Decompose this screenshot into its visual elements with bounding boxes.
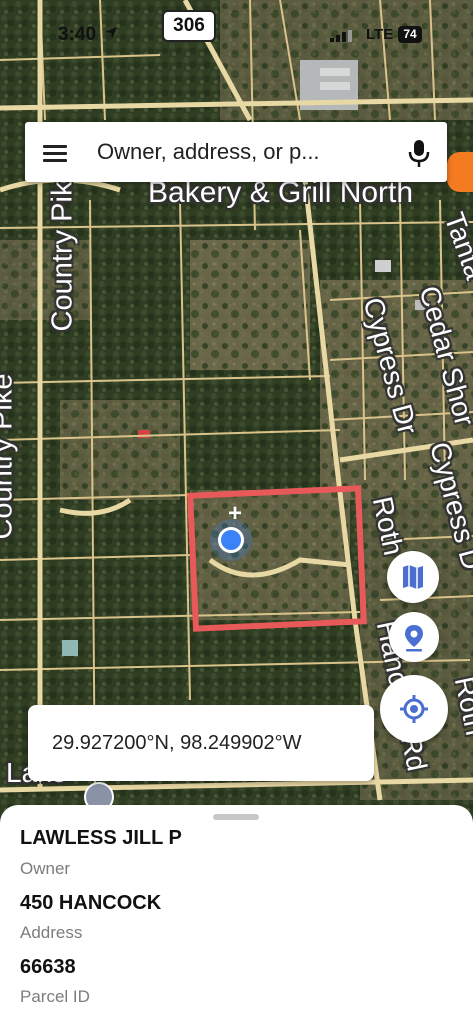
network-type: LTE [366, 26, 394, 43]
my-location-button[interactable] [380, 675, 448, 743]
address-value: 450 HANCOCK [20, 892, 162, 914]
crosshair-icon: + [228, 500, 243, 527]
coordinates-card[interactable]: 29.927200°N, 98.249902°W [28, 705, 374, 781]
battery-icon: 74 [398, 26, 422, 43]
coordinates-text: 29.927200°N, 98.249902°W [52, 732, 302, 754]
map-layers-button[interactable] [387, 551, 439, 603]
owner-label: Owner [20, 859, 71, 878]
status-bar: 3:40 LTE 74 [0, 18, 473, 52]
status-time: 3:40 [58, 24, 97, 45]
selected-parcel-outline[interactable] [187, 485, 367, 632]
signal-icon [330, 30, 352, 42]
search-bar[interactable]: Owner, address, or p... [25, 122, 447, 182]
location-arrow-icon [105, 27, 117, 39]
drop-pin-button[interactable] [389, 612, 439, 662]
parcel-id-value: 66638 [20, 956, 76, 978]
sheet-drag-handle[interactable] [213, 814, 259, 820]
map-icon [403, 565, 423, 589]
microphone-icon[interactable] [407, 138, 431, 168]
owner-value: LAWLESS JILL P [20, 827, 182, 849]
menu-icon[interactable] [43, 142, 67, 162]
current-location-dot [218, 527, 244, 553]
pin-icon [405, 625, 423, 652]
label-country-pike: Country Pike [0, 373, 19, 540]
label-country-pik: Country Pik [46, 181, 79, 332]
restaurant-icon[interactable] [447, 152, 473, 192]
address-label: Address [20, 923, 83, 942]
search-input[interactable]: Owner, address, or p... [97, 139, 320, 165]
parcel-details-sheet[interactable]: LAWLESS JILL P Owner 450 HANCOCK Address… [0, 805, 473, 1024]
parcel-id-label: Parcel ID [20, 987, 90, 1006]
locate-icon [400, 695, 428, 723]
